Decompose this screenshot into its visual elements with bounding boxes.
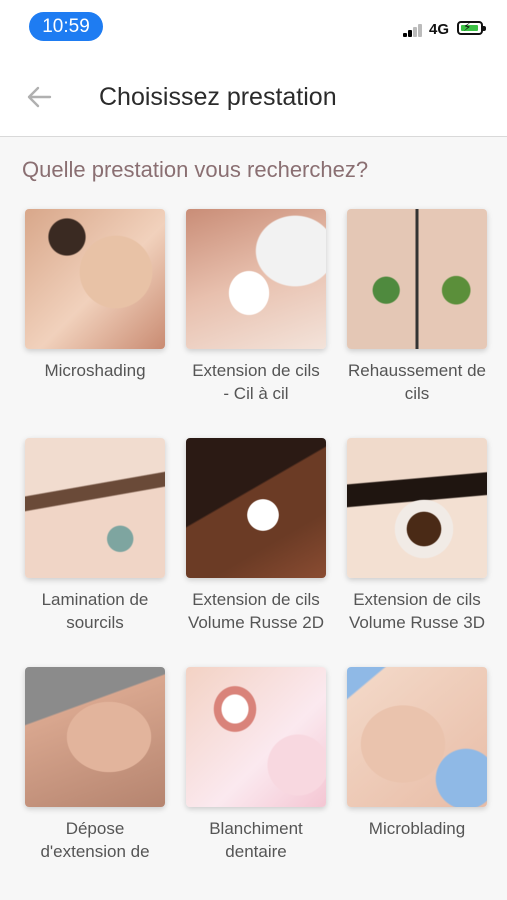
service-tile-depose-extension[interactable]: Dépose d'extension de [14,667,176,863]
service-photo [347,438,487,578]
service-tile-lamination-sourcils[interactable]: Lamination de sourcils [14,438,176,634]
service-tile-volume-russe-2d[interactable]: Extension de cils Volume Russe 2D [175,438,337,634]
arrow-left-icon[interactable] [26,84,52,110]
service-label: Rehaussement de cils [348,361,486,403]
status-time: 10:59 [29,12,103,41]
service-label: Extension de cils - Cil à cil [192,361,320,403]
service-tile-microshading[interactable]: Microshading [14,209,176,382]
service-tile-microblading[interactable]: Microblading [336,667,498,840]
status-bar: 10:59 4G ⚡ [0,0,507,54]
service-tile-volume-russe-3d[interactable]: Extension de cils Volume Russe 3D [336,438,498,634]
service-label: Microblading [368,819,466,838]
service-tile-extension-cil-a-cil[interactable]: Extension de cils - Cil à cil [175,209,337,405]
section-question: Quelle prestation vous recherchez? [22,157,369,182]
service-photo [186,667,326,807]
next-row-peek [0,892,507,900]
service-photo [347,209,487,349]
service-photo [347,667,487,807]
service-photo [25,667,165,807]
page-title: Choisissez prestation [99,83,337,111]
app-header: Choisissez prestation [0,54,507,137]
service-label: Microshading [44,361,146,380]
network-type: 4G [429,21,450,38]
service-tile-rehaussement-cils[interactable]: Rehaussement de cils [336,209,498,405]
service-label: Lamination de sourcils [41,590,149,632]
service-tile-blanchiment-dentaire[interactable]: Blanchiment dentaire [175,667,337,863]
service-photo [25,209,165,349]
signal-icon [403,23,425,37]
service-label: Extension de cils Volume Russe 3D [348,590,486,632]
service-label: Blanchiment dentaire [209,819,303,861]
service-photo [186,438,326,578]
battery-icon: ⚡ [457,20,486,35]
service-photo [25,438,165,578]
service-photo [186,209,326,349]
service-label: Dépose d'extension de [40,819,150,861]
service-label: Extension de cils Volume Russe 2D [187,590,325,632]
